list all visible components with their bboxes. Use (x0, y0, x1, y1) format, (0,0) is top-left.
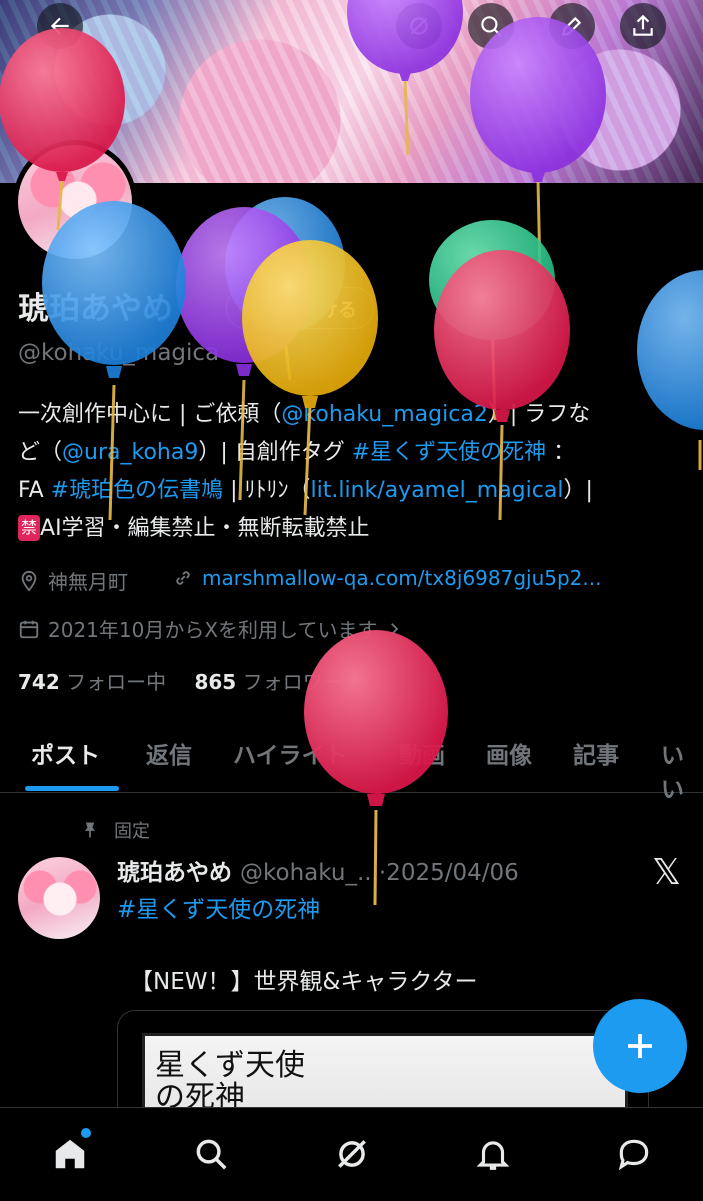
plus-icon (628, 1034, 652, 1058)
search-icon (481, 16, 502, 37)
website-link[interactable]: marshmallow-qa.com/tx8j6987gju5p2... (202, 566, 601, 590)
tab-posts[interactable]: ポスト (31, 736, 100, 770)
x-logo-icon: 𝕏 (652, 852, 682, 893)
location-text: 神無月町 (48, 570, 128, 594)
bio-text: ）| (563, 478, 593, 503)
edit-icon (561, 16, 582, 37)
following-link[interactable]: 742 フォロー中 (18, 670, 166, 694)
edit-button[interactable] (549, 3, 595, 49)
calendar-icon (19, 620, 39, 638)
bio-text: ： (546, 440, 576, 465)
post-header: 琥珀あやめ @kohaku_...·2025/04/06 (117, 853, 519, 887)
location-row: 神無月町 (18, 566, 128, 595)
post-date[interactable]: 2025/04/06 (386, 860, 519, 886)
website-row[interactable]: marshmallow-qa.com/tx8j6987gju5p2... (172, 566, 601, 590)
location-pin-icon (21, 570, 37, 592)
media-title-art: 星くず天使 の死神 (155, 1050, 305, 1114)
grok-icon (338, 1140, 366, 1168)
profile-name: 琥珀あやめ (18, 291, 173, 327)
pin-icon (85, 822, 95, 838)
pinned-indicator: 固定 (80, 817, 150, 843)
joined-row[interactable]: 2021年10月からXを利用しています (18, 614, 411, 643)
post-text: 【NEW！】世界観&キャラクター (130, 969, 478, 995)
balloon-green-1 (429, 220, 555, 421)
share-button[interactable] (620, 3, 666, 49)
bio-line-1: 一次創作中心に | ご依頼（@kohaku_magica2）| ラフな (18, 396, 688, 434)
mention-link[interactable]: @kohaku_magica2 (281, 402, 487, 427)
search-button[interactable] (468, 3, 514, 49)
tab-replies[interactable]: 返信 (146, 736, 192, 770)
post-author-handle[interactable]: @kohaku_... (240, 860, 379, 886)
grok-button[interactable] (396, 3, 442, 49)
avatar-image (18, 145, 132, 259)
joined-text: 2021年10月からXを利用しています (48, 618, 378, 642)
back-arrow-icon (50, 17, 69, 35)
bio-text: 一次創作中心に | ご依頼（ (18, 402, 282, 427)
active-tab-indicator (25, 786, 119, 791)
bio-text: ）| ラフな (487, 402, 591, 427)
followers-link[interactable]: 865 フォロワー (194, 670, 342, 694)
home-icon (55, 1139, 85, 1169)
profile-tabs: ポスト 返信 ハイライト 動画 画像 記事 いい (0, 720, 703, 803)
nav-grok[interactable] (330, 1132, 374, 1176)
profile-avatar[interactable] (13, 140, 137, 264)
post-author-avatar[interactable] (18, 857, 100, 939)
tab-highlights[interactable]: ハイライト (233, 736, 348, 770)
bio-line-3: FA #琥珀色の伝書鳩 | ﾘﾄﾘﾝ（lit.link/ayamel_magic… (18, 472, 688, 510)
media-title-line: 星くず天使 (155, 1048, 305, 1083)
hashtag-link[interactable]: #琥珀色の伝書鳩 (51, 478, 223, 503)
bio-line-4: 禁 AI学習・編集禁止・無断転載禁止 (18, 510, 688, 548)
grok-icon (410, 17, 428, 35)
notifications-icon (476, 1141, 510, 1170)
tab-likes[interactable]: いい (661, 736, 703, 804)
tab-videos[interactable]: 動画 (399, 736, 445, 770)
home-unread-dot (81, 1128, 91, 1138)
back-button[interactable] (37, 3, 83, 49)
tab-media[interactable]: 画像 (486, 736, 532, 770)
nav-messages[interactable] (612, 1132, 656, 1176)
bio-text: ど（ (18, 440, 63, 465)
hashtag-link[interactable]: #星くず天使の死神 (352, 440, 546, 465)
bio-url-link[interactable]: lit.link/ayamel_magical (311, 478, 564, 503)
prohibit-emoji-icon: 禁 (18, 515, 41, 541)
profile-bio: 一次創作中心に | ご依頼（@kohaku_magica2）| ラフな ど（@u… (18, 396, 688, 548)
share-icon (633, 14, 653, 36)
follow-stats: 742 フォロー中 865 フォロワー (18, 666, 343, 695)
bio-text: AI学習・編集禁止・無断転載禁止 (40, 516, 370, 541)
post-hashtag[interactable]: #星くず天使の死神 (117, 890, 320, 924)
mention-link[interactable]: @ura_koha9 (62, 440, 198, 465)
bottom-navigation (0, 1107, 703, 1201)
pinned-label: 固定 (114, 821, 150, 842)
following-count: 742 (18, 670, 60, 694)
followers-count: 865 (194, 670, 237, 694)
tab-articles[interactable]: 記事 (573, 736, 619, 770)
followers-label: フォロワー (242, 670, 343, 694)
nav-home[interactable] (48, 1132, 92, 1176)
nav-search[interactable] (189, 1132, 233, 1176)
search-icon (196, 1139, 227, 1170)
verify-button[interactable]: 認証を受ける (226, 287, 375, 329)
bio-text: | ﾘﾄﾘﾝ（ (223, 478, 311, 503)
post-author-name[interactable]: 琥珀あやめ (117, 860, 232, 886)
chevron-right-icon (391, 622, 399, 635)
bio-text: FA (18, 478, 51, 503)
profile-handle: @kohaku_magica (18, 340, 220, 366)
nav-notifications[interactable] (471, 1132, 515, 1176)
messages-icon (618, 1139, 649, 1171)
bio-text: ）| 自創作タグ (198, 440, 352, 465)
link-icon (176, 571, 190, 585)
following-label: フォロー中 (66, 670, 167, 694)
compose-button[interactable] (593, 999, 687, 1093)
bio-line-2: ど（@ura_koha9）| 自創作タグ #星くず天使の死神 ： (18, 434, 688, 472)
